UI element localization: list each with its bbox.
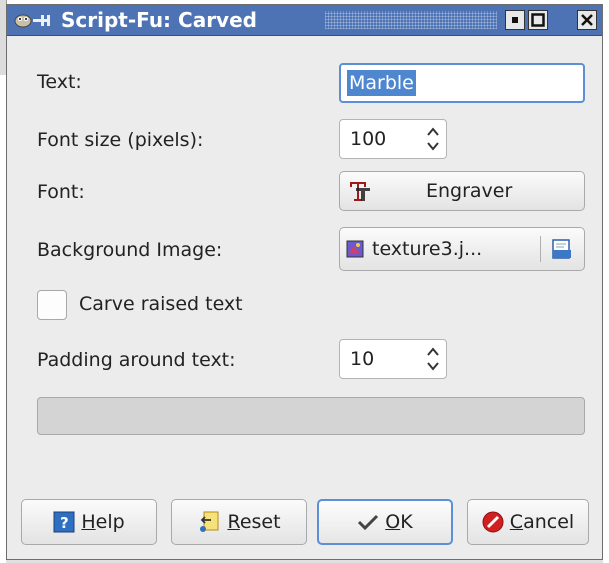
background-image-chooser[interactable]: texture3.j... xyxy=(339,227,585,271)
title-bar[interactable]: Script-Fu: Carved xyxy=(7,5,602,36)
reset-label: eset xyxy=(239,511,281,533)
font-value: Engraver xyxy=(426,180,513,202)
font-label: Font: xyxy=(37,181,85,203)
font-icon xyxy=(350,182,370,201)
minimize-icon xyxy=(512,17,518,23)
checkmark-icon xyxy=(358,514,379,531)
maximize-icon xyxy=(531,13,545,27)
window-title: Script-Fu: Carved xyxy=(61,8,257,32)
text-label: Text: xyxy=(37,71,82,93)
chooser-divider xyxy=(540,236,541,262)
font-size-value: 100 xyxy=(350,128,387,150)
ok-label: K xyxy=(400,511,413,533)
help-icon: ? xyxy=(53,511,75,533)
ok-button[interactable]: OK xyxy=(317,499,453,545)
ok-mnemonic: O xyxy=(385,511,401,533)
padding-label: Padding around text: xyxy=(37,349,236,371)
script-fu-dialog: Script-Fu: Carved Text: Marble Font size… xyxy=(6,4,603,560)
text-input[interactable]: Marble xyxy=(339,63,585,103)
minimize-button[interactable] xyxy=(505,10,525,30)
spin-arrows-icon[interactable] xyxy=(426,124,440,154)
spin-arrows-icon[interactable] xyxy=(426,344,440,374)
help-label: elp xyxy=(95,511,125,533)
reset-icon xyxy=(200,511,219,532)
carve-raised-text-checkbox[interactable] xyxy=(37,290,67,320)
cancel-icon xyxy=(482,511,504,533)
font-select-button[interactable]: Engraver xyxy=(339,171,585,211)
svg-text:?: ? xyxy=(60,514,69,532)
cancel-label: ancel xyxy=(523,511,575,533)
font-size-spinbutton[interactable]: 100 xyxy=(339,119,447,159)
progress-bar xyxy=(37,397,585,435)
title-bar-texture xyxy=(325,11,497,29)
cancel-mnemonic: C xyxy=(509,511,524,533)
close-icon xyxy=(581,14,593,26)
help-mnemonic: H xyxy=(81,511,96,533)
carve-raised-text-label[interactable]: Carve raised text xyxy=(79,293,243,315)
reset-button[interactable]: Reset xyxy=(171,499,307,545)
padding-spinbutton[interactable]: 10 xyxy=(339,339,447,379)
image-file-icon xyxy=(346,240,364,258)
maximize-button[interactable] xyxy=(528,10,548,30)
text-input-value: Marble xyxy=(347,70,416,96)
cancel-button[interactable]: Cancel xyxy=(467,499,589,545)
open-file-icon[interactable] xyxy=(550,237,574,261)
background-image-value: texture3.j... xyxy=(372,238,483,260)
padding-value: 10 xyxy=(350,348,375,370)
gimp-app-icon[interactable] xyxy=(13,11,57,29)
background-image-label: Background Image: xyxy=(37,239,223,261)
help-button[interactable]: ? Help xyxy=(21,499,157,545)
font-size-label: Font size (pixels): xyxy=(37,129,204,151)
reset-mnemonic: R xyxy=(227,511,240,533)
close-button[interactable] xyxy=(577,10,597,30)
